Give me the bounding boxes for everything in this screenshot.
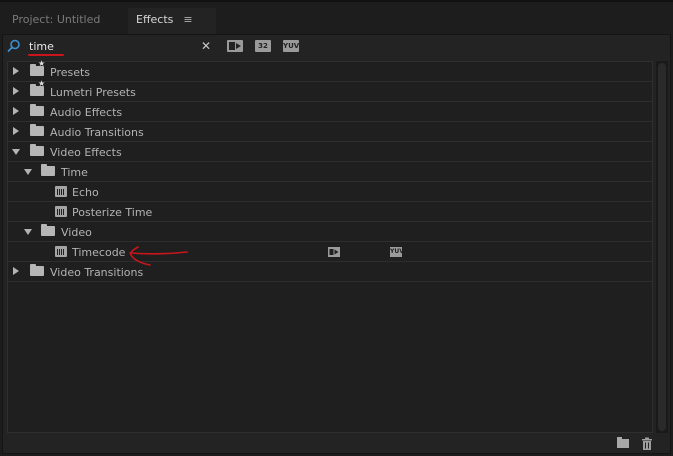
- tree-item-label: Timecode: [72, 246, 126, 259]
- collapse-arrow-icon[interactable]: [12, 149, 20, 155]
- accelerated-icon: [229, 42, 241, 50]
- annotation-underline: [28, 54, 64, 56]
- accelerated-badge-icon: [328, 247, 340, 257]
- search-row: ✕ 32 YUV: [3, 35, 672, 59]
- vertical-scrollbar[interactable]: [656, 61, 668, 433]
- effect-icon: [55, 246, 67, 257]
- folder-icon: [41, 224, 55, 236]
- tree-item-echo[interactable]: Echo: [8, 182, 652, 202]
- tab-effects[interactable]: Effects ≡: [128, 8, 216, 36]
- tree-item-video-effects[interactable]: Video Effects: [8, 142, 652, 162]
- tree-item-timecode[interactable]: Timecode YUV: [8, 242, 652, 262]
- tree-item-label: Video Transitions: [50, 266, 144, 279]
- tree-item-time[interactable]: Time: [8, 162, 652, 182]
- effect-icon: [55, 206, 67, 217]
- expand-arrow-icon[interactable]: [13, 127, 19, 135]
- effect-icon: [55, 186, 67, 197]
- search-input[interactable]: [29, 38, 204, 54]
- folder-icon: [30, 264, 44, 276]
- folder-icon: [41, 164, 55, 176]
- collapse-arrow-icon[interactable]: [24, 169, 32, 175]
- tree-item-label: Audio Transitions: [50, 126, 144, 139]
- folder-icon: [30, 104, 44, 116]
- clear-search-icon[interactable]: ✕: [201, 39, 211, 53]
- tree-item-label: Video Effects: [50, 146, 122, 159]
- panel-menu-icon[interactable]: ≡: [183, 13, 192, 26]
- accelerated-effects-filter-button[interactable]: [227, 40, 243, 52]
- folder-icon: [30, 144, 44, 156]
- tree-item-label: Posterize Time: [72, 206, 153, 219]
- tree-item-label: Lumetri Presets: [50, 86, 136, 99]
- tree-item-posterize-time[interactable]: Posterize Time: [8, 202, 652, 222]
- tab-effects-label: Effects: [136, 13, 174, 26]
- tree-item-label: Presets: [50, 66, 91, 79]
- search-icon[interactable]: [7, 39, 21, 53]
- effects-tree: ★ Presets ★ Lumetri Presets Audio Effect…: [7, 60, 653, 433]
- yuv-badge-icon: YUV: [390, 247, 404, 257]
- scrollbar-thumb[interactable]: [658, 63, 666, 431]
- tree-item-audio-transitions[interactable]: Audio Transitions: [8, 122, 652, 142]
- expand-arrow-icon[interactable]: [13, 87, 19, 95]
- tree-item-label: Echo: [72, 186, 99, 199]
- yuv-filter-button[interactable]: YUV: [283, 40, 299, 52]
- tree-item-video[interactable]: Video: [8, 222, 652, 242]
- trash-icon[interactable]: [641, 437, 653, 451]
- preset-folder-icon: ★: [30, 60, 45, 76]
- tree-item-label: Audio Effects: [50, 106, 123, 119]
- folder-icon: [30, 124, 44, 136]
- panel-tab-bar: Project: Untitled Effects ≡: [0, 0, 673, 36]
- expand-arrow-icon[interactable]: [13, 67, 19, 75]
- effects-panel: ✕ 32 YUV ★ Presets ★ Lumetri Presets Aud…: [2, 34, 671, 454]
- tab-project[interactable]: Project: Untitled: [4, 8, 108, 36]
- 32bit-filter-button[interactable]: 32: [255, 40, 271, 52]
- expand-arrow-icon[interactable]: [13, 107, 19, 115]
- expand-arrow-icon[interactable]: [13, 267, 19, 275]
- tree-item-presets[interactable]: ★ Presets: [8, 60, 652, 82]
- tree-item-label: Time: [61, 166, 88, 179]
- tree-item-audio-effects[interactable]: Audio Effects: [8, 102, 652, 122]
- preset-folder-icon: ★: [30, 80, 45, 96]
- collapse-arrow-icon[interactable]: [24, 229, 32, 235]
- tree-item-lumetri-presets[interactable]: ★ Lumetri Presets: [8, 80, 652, 102]
- tree-item-video-transitions[interactable]: Video Transitions: [8, 262, 652, 282]
- new-bin-folder-icon[interactable]: [617, 437, 629, 448]
- tree-item-label: Video: [61, 226, 92, 239]
